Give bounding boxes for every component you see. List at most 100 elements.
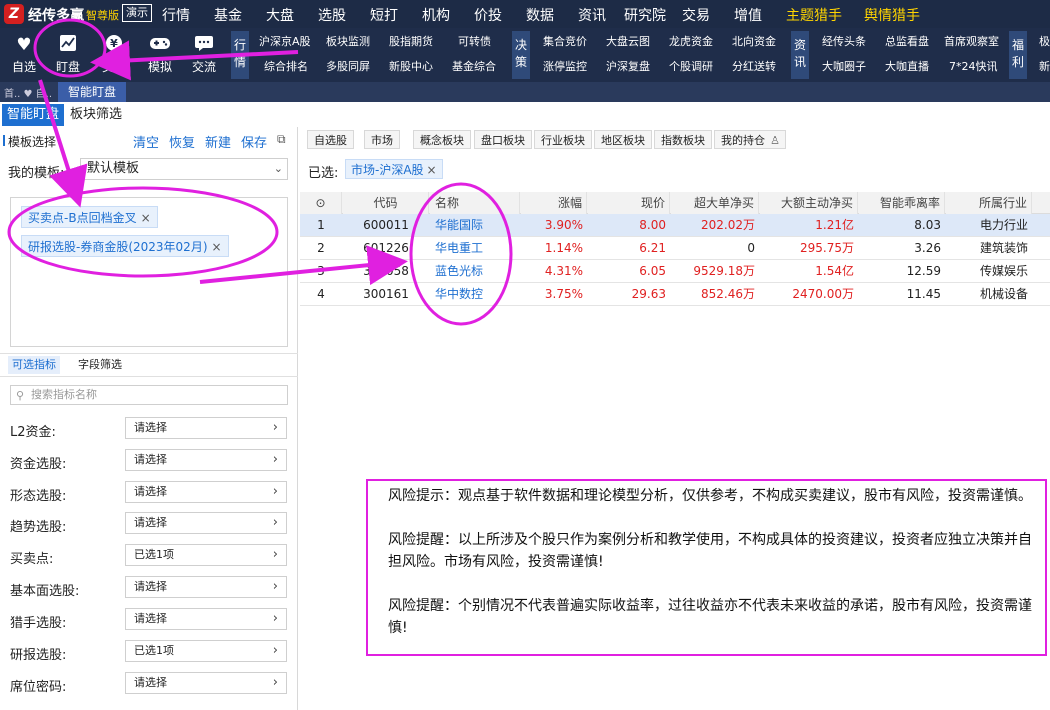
save-button[interactable]: 保存 bbox=[241, 132, 267, 151]
menu-item-quotes[interactable]: 行情 bbox=[162, 5, 190, 25]
menu-item-theme-hunter[interactable]: 主题猎手 bbox=[786, 5, 842, 25]
stock-name[interactable]: 蓝色光标 bbox=[435, 260, 520, 282]
menu-item-short-term[interactable]: 短打 bbox=[370, 5, 398, 25]
link-headlines[interactable]: 经传头条 bbox=[822, 33, 866, 49]
yuan-exchange-icon: ¥ bbox=[92, 34, 136, 56]
link-sector-monitor[interactable]: 板块监测 bbox=[326, 33, 370, 49]
clear-button[interactable]: 清空 bbox=[133, 132, 159, 151]
menu-item-news[interactable]: 资讯 bbox=[578, 5, 606, 25]
filter-select-buy-sell-points[interactable]: 已选1项 › bbox=[125, 544, 287, 566]
link-index-futures[interactable]: 股指期货 bbox=[389, 33, 433, 49]
filter-button-watchlist[interactable]: 自选股 bbox=[307, 130, 354, 149]
tab-smart-monitor[interactable]: 智能盯盘 bbox=[58, 82, 127, 102]
link-flash-news[interactable]: 7*24快讯 bbox=[949, 58, 998, 74]
link-chief-observation[interactable]: 首席观察室 bbox=[944, 33, 999, 49]
subtab-smart-monitor[interactable]: 智能盯盘 bbox=[2, 104, 65, 126]
toolbar-watchlist-button[interactable]: ♥ 自选 bbox=[2, 32, 46, 78]
filter-select-research-picker[interactable]: 已选1项 › bbox=[125, 640, 287, 662]
stock-price: 8.00 bbox=[639, 218, 666, 232]
link-ipo-center[interactable]: 新股中心 bbox=[389, 58, 433, 74]
link-overall-ranking[interactable]: 综合排名 bbox=[264, 58, 308, 74]
menu-item-institution[interactable]: 机构 bbox=[422, 5, 450, 25]
toolbar-section-quotes-label: 行情 bbox=[233, 38, 246, 69]
link-stock-research[interactable]: 个股调研 bbox=[669, 58, 713, 74]
tab-available-indicators[interactable]: 可选指标 bbox=[8, 356, 60, 374]
filter-button-index[interactable]: 指数板块 bbox=[654, 130, 712, 149]
link-northbound-funds[interactable]: 北向资金 bbox=[732, 33, 776, 49]
filter-select-fundamentals[interactable]: 请选择 › bbox=[125, 576, 287, 598]
indicator-search-input[interactable]: ⚲ 搜索指标名称 bbox=[10, 385, 288, 405]
link-fund-overview[interactable]: 基金综合 bbox=[452, 58, 496, 74]
toolbar-monitor-button[interactable]: 盯盘 bbox=[46, 32, 90, 78]
stock-name[interactable]: 华能国际 bbox=[435, 214, 520, 236]
filter-select-fund-picker[interactable]: 请选择 › bbox=[125, 449, 287, 471]
column-header-big-net[interactable]: 大额主动净买 bbox=[760, 192, 858, 214]
column-header-code[interactable]: 代码 bbox=[343, 192, 429, 214]
toolbar-chat-button[interactable]: 交流 bbox=[182, 32, 226, 78]
demo-badge[interactable]: 演示 bbox=[122, 4, 152, 22]
link-convertible-bonds[interactable]: 可转债 bbox=[458, 33, 491, 49]
menu-item-value[interactable]: 价投 bbox=[474, 5, 502, 25]
filter-button-order-book[interactable]: 盘口板块 bbox=[474, 130, 532, 149]
selected-market-tag[interactable]: 市场-沪深A股 × bbox=[345, 159, 443, 179]
menu-item-trade[interactable]: 交易 bbox=[682, 5, 710, 25]
condition-tag[interactable]: 买卖点-B点回档金叉 × bbox=[21, 206, 158, 228]
stock-name[interactable]: 华中数控 bbox=[435, 283, 520, 305]
link-call-auction[interactable]: 集合竞价 bbox=[543, 33, 587, 49]
stock-bias: 8.03 bbox=[914, 218, 941, 232]
link-dragon-tiger-funds[interactable]: 龙虎资金 bbox=[669, 33, 713, 49]
filter-button-region[interactable]: 地区板块 bbox=[594, 130, 652, 149]
filter-button-market[interactable]: 市场 bbox=[364, 130, 400, 149]
link-market-review[interactable]: 沪深复盘 bbox=[606, 58, 650, 74]
menu-item-stock-picker[interactable]: 选股 bbox=[318, 5, 346, 25]
close-icon[interactable]: × bbox=[141, 211, 151, 225]
close-icon[interactable]: × bbox=[212, 240, 222, 254]
restore-button[interactable]: 恢复 bbox=[169, 132, 195, 151]
column-settings-icon[interactable]: ⊙ bbox=[300, 192, 342, 214]
new-button[interactable]: 新建 bbox=[205, 132, 231, 151]
filter-button-concept[interactable]: 概念板块 bbox=[413, 130, 471, 149]
link-dividends[interactable]: 分红送转 bbox=[732, 58, 776, 74]
menu-item-sentiment-hunter[interactable]: 舆情猎手 bbox=[864, 5, 920, 25]
menu-item-fund[interactable]: 基金 bbox=[214, 5, 242, 25]
subtab-sector-filter[interactable]: 板块筛选 bbox=[65, 104, 127, 126]
close-icon[interactable]: × bbox=[427, 163, 437, 177]
link-expert-live[interactable]: 大咖直播 bbox=[885, 58, 929, 74]
filter-select-trend-picker[interactable]: 请选择 › bbox=[125, 512, 287, 534]
toolbar-simulate-button[interactable]: 模拟 bbox=[138, 32, 182, 78]
column-header-change[interactable]: 涨幅 bbox=[521, 192, 587, 214]
menu-item-market[interactable]: 大盘 bbox=[266, 5, 294, 25]
column-header-industry[interactable]: 所属行业 bbox=[946, 192, 1032, 214]
link-director-view[interactable]: 总监看盘 bbox=[885, 33, 929, 49]
stock-big-net: 295.75万 bbox=[800, 241, 854, 255]
tab-field-filter[interactable]: 字段筛选 bbox=[74, 356, 126, 374]
link-market-cloud[interactable]: 大盘云图 bbox=[606, 33, 650, 49]
filter-select-l2-funds[interactable]: 请选择 › bbox=[125, 417, 287, 439]
copy-icon[interactable]: ⧉ bbox=[277, 132, 286, 147]
my-template-select[interactable]: 默认模板 ⌄ bbox=[80, 158, 288, 180]
link-expert-circle[interactable]: 大咖圈子 bbox=[822, 58, 866, 74]
column-header-super-net[interactable]: 超大单净买 bbox=[671, 192, 759, 214]
column-header-price[interactable]: 现价 bbox=[588, 192, 670, 214]
divider bbox=[0, 376, 298, 377]
stock-name[interactable]: 华电重工 bbox=[435, 237, 520, 259]
toolbar-trade-button[interactable]: ¥ 交易 bbox=[92, 32, 136, 78]
menu-item-data[interactable]: 数据 bbox=[526, 5, 554, 25]
filter-select-seat-code[interactable]: 请选择 › bbox=[125, 672, 287, 694]
filter-select-pattern-picker[interactable]: 请选择 › bbox=[125, 481, 287, 503]
risk-notice: 风险提示：观点基于软件数据和理论模型分析，仅供参考，不构成买卖建议，股市有风险，… bbox=[388, 488, 1032, 504]
filter-button-industry[interactable]: 行业板块 bbox=[534, 130, 592, 149]
link-hs-a-shares[interactable]: 沪深京A股 bbox=[259, 33, 311, 49]
filter-button-my-holdings[interactable]: 我的持仓 ♙ bbox=[714, 130, 786, 149]
menu-item-value-added[interactable]: 增值 bbox=[734, 5, 762, 25]
condition-tag[interactable]: 研报选股-券商金股(2023年02月) × bbox=[21, 235, 229, 257]
column-header-bias[interactable]: 智能乖离率 bbox=[859, 192, 945, 214]
link-multi-stock[interactable]: 多股同屏 bbox=[326, 58, 370, 74]
link-welfare-2[interactable]: 新 bbox=[1039, 58, 1050, 74]
filter-select-hunter-picker[interactable]: 请选择 › bbox=[125, 608, 287, 630]
link-limit-up-monitor[interactable]: 涨停监控 bbox=[543, 58, 587, 74]
breadcrumb[interactable]: 首.. ♥ 自.. bbox=[4, 85, 52, 100]
link-welfare-1[interactable]: 极 bbox=[1039, 33, 1050, 49]
column-header-name[interactable]: 名称 bbox=[430, 192, 520, 214]
menu-item-research[interactable]: 研究院 bbox=[624, 5, 666, 25]
